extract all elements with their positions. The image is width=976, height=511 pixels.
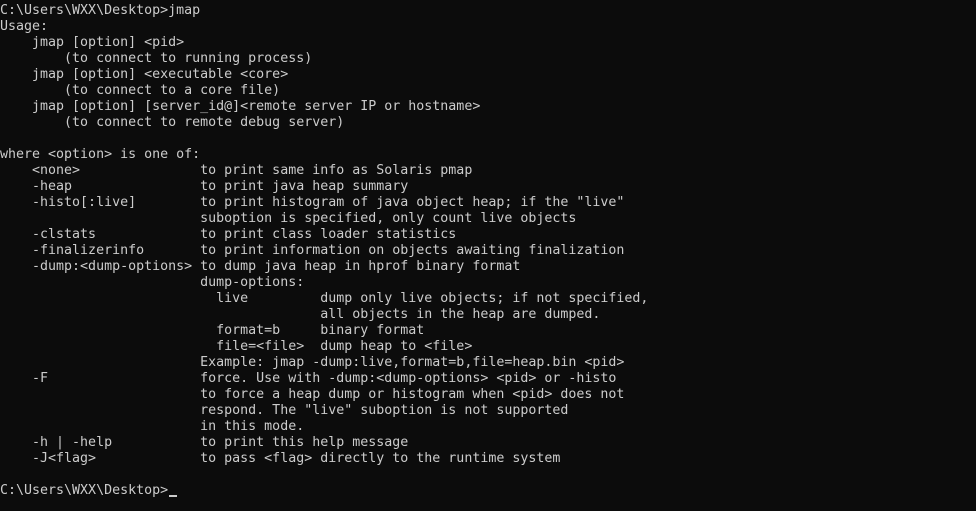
output-line: where <option> is one of: [0, 147, 201, 162]
output-line: dump-options: [0, 275, 305, 290]
output-line: file=<file> dump heap to <file> [0, 339, 473, 354]
output-line: all objects in the heap are dumped. [0, 307, 601, 322]
terminal-window[interactable]: C:\Users\WXX\Desktop>jmap Usage: jmap [o… [0, 0, 976, 511]
output-line: -dump:<dump-options> to dump java heap i… [0, 259, 521, 274]
output-line: -h | -help to print this help message [0, 435, 409, 450]
output-line: live dump only live objects; if not spec… [0, 291, 649, 306]
command-line: C:\Users\WXX\Desktop>jmap [0, 3, 201, 18]
prompt-line[interactable]: C:\Users\WXX\Desktop> [0, 483, 976, 499]
output-line: suboption is specified, only count live … [0, 211, 577, 226]
output-line: -finalizerinfo to print information on o… [0, 243, 625, 258]
cursor [169, 495, 178, 497]
output-line: (to connect to a core file) [0, 83, 281, 98]
output-line: -clstats to print class loader statistic… [0, 227, 457, 242]
prompt-text: C:\Users\WXX\Desktop> [0, 483, 169, 498]
output-line: -histo[:live] to print histogram of java… [0, 195, 625, 210]
output-line: -heap to print java heap summary [0, 179, 409, 194]
output-line: jmap [option] <executable <core> [0, 67, 289, 82]
output-line: jmap [option] [server_id@]<remote server… [0, 99, 481, 114]
output-line: Usage: [0, 19, 49, 34]
output-line: in this mode. [0, 419, 305, 434]
output-line: to force a heap dump or histogram when <… [0, 387, 625, 402]
output-line: -J<flag> to pass <flag> directly to the … [0, 451, 561, 466]
output-line: Example: jmap -dump:live,format=b,file=h… [0, 355, 625, 370]
output-line: format=b binary format [0, 323, 425, 338]
output-line: respond. The "live" suboption is not sup… [0, 403, 569, 418]
output-line: -F force. Use with -dump:<dump-options> … [0, 371, 617, 386]
output-line: (to connect to running process) [0, 51, 313, 66]
output-line: (to connect to remote debug server) [0, 115, 345, 130]
output-line: <none> to print same info as Solaris pma… [0, 163, 473, 178]
output-line: jmap [option] <pid> [0, 35, 185, 50]
